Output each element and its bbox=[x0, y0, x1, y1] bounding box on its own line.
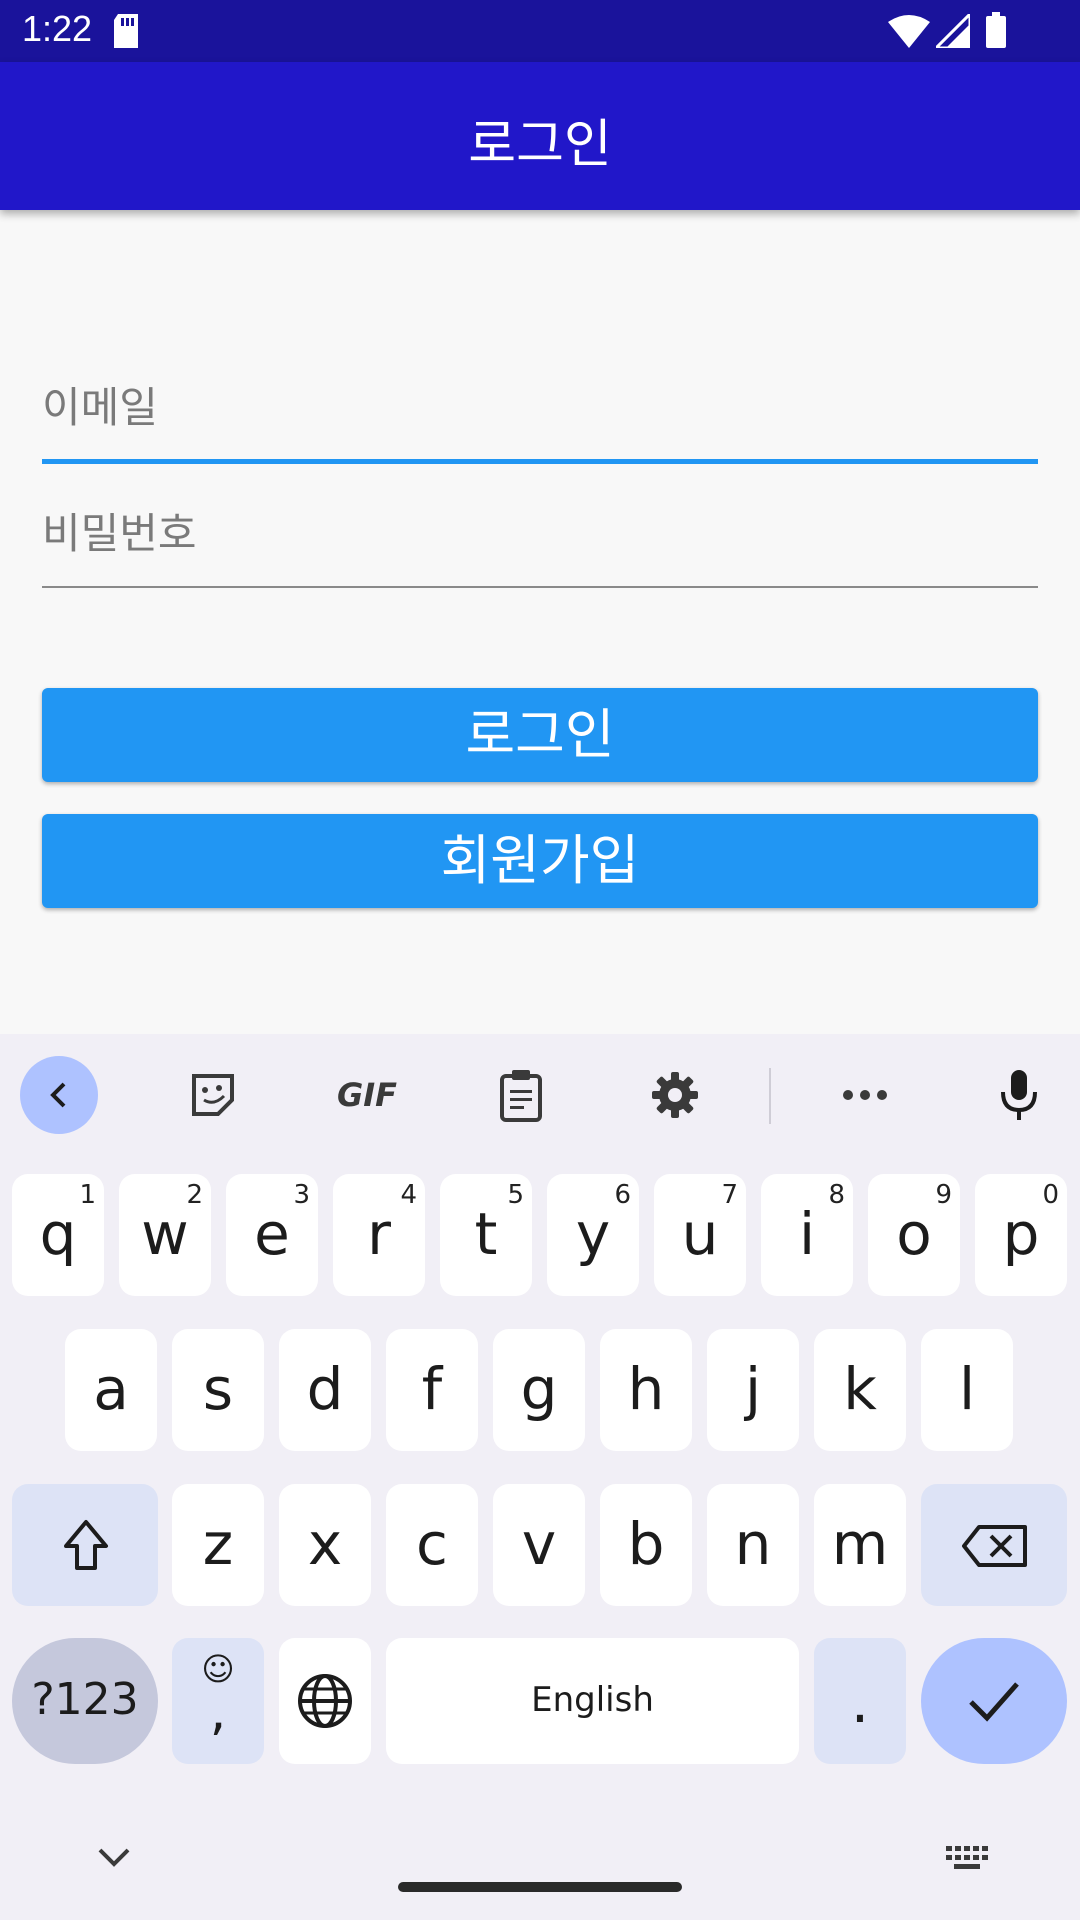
page-title: 로그인 bbox=[468, 115, 612, 175]
key-e[interactable]: e3 bbox=[226, 1174, 318, 1296]
keyboard-switcher-icon[interactable] bbox=[944, 1844, 992, 1874]
language-key[interactable] bbox=[279, 1638, 371, 1764]
key-d[interactable]: d bbox=[279, 1329, 371, 1451]
key-c[interactable]: c bbox=[386, 1484, 478, 1606]
key-k[interactable]: k bbox=[814, 1329, 906, 1451]
key-m[interactable]: m bbox=[814, 1484, 906, 1606]
key-n[interactable]: n bbox=[707, 1484, 799, 1606]
key-r[interactable]: r4 bbox=[333, 1174, 425, 1296]
key-o[interactable]: o9 bbox=[868, 1174, 960, 1296]
globe-icon bbox=[298, 1674, 352, 1728]
email-underline-focused bbox=[42, 459, 1038, 464]
key-h[interactable]: h bbox=[600, 1329, 692, 1451]
key-y[interactable]: y6 bbox=[547, 1174, 639, 1296]
enter-key[interactable] bbox=[921, 1638, 1067, 1764]
gesture-handle[interactable] bbox=[398, 1882, 682, 1892]
space-key[interactable]: English bbox=[386, 1638, 799, 1764]
signal-icon bbox=[936, 14, 970, 48]
backspace-key[interactable] bbox=[921, 1484, 1067, 1606]
soft-keyboard: GIF q 1 w 2 e 3 r 4 t 5 y 6 u 7 i 8 o 9 … bbox=[0, 1034, 1080, 1920]
password-field[interactable]: 비밀번호 bbox=[42, 496, 1038, 590]
status-bar: 1:22 bbox=[0, 0, 1080, 62]
login-button[interactable]: 로그인 bbox=[42, 688, 1038, 782]
clipboard-icon[interactable] bbox=[482, 1056, 560, 1134]
key-b[interactable]: b bbox=[600, 1484, 692, 1606]
mic-icon[interactable] bbox=[980, 1056, 1058, 1134]
key-j[interactable]: j bbox=[707, 1329, 799, 1451]
shift-icon bbox=[64, 1520, 108, 1570]
signup-button[interactable]: 회원가입 bbox=[42, 814, 1038, 908]
keyboard-toolbar: GIF bbox=[0, 1034, 1080, 1154]
key-w[interactable]: w2 bbox=[119, 1174, 211, 1296]
check-icon bbox=[969, 1682, 1019, 1722]
gear-icon[interactable] bbox=[636, 1056, 714, 1134]
password-underline bbox=[42, 586, 1038, 588]
sd-card-icon bbox=[114, 14, 138, 48]
battery-icon bbox=[986, 12, 1006, 48]
key-z[interactable]: z bbox=[172, 1484, 264, 1606]
key-i[interactable]: i8 bbox=[761, 1174, 853, 1296]
gif-icon[interactable]: GIF bbox=[328, 1056, 406, 1134]
toolbar-divider bbox=[769, 1068, 771, 1124]
email-field[interactable]: 이메일 bbox=[42, 370, 1038, 466]
key-v[interactable]: v bbox=[493, 1484, 585, 1606]
key-u[interactable]: u7 bbox=[654, 1174, 746, 1296]
shift-key[interactable] bbox=[12, 1484, 158, 1606]
key-a[interactable]: a bbox=[65, 1329, 157, 1451]
key-x[interactable]: x bbox=[279, 1484, 371, 1606]
key-s[interactable]: s bbox=[172, 1329, 264, 1451]
emoji-comma-key[interactable]: ☺ , bbox=[172, 1638, 264, 1764]
status-time: 1:22 bbox=[22, 8, 93, 49]
collapse-keyboard-icon[interactable] bbox=[94, 1842, 134, 1872]
key-t[interactable]: t5 bbox=[440, 1174, 532, 1296]
symbols-key[interactable]: ?123 bbox=[12, 1638, 158, 1764]
key-f[interactable]: f bbox=[386, 1329, 478, 1451]
key-l[interactable]: l bbox=[921, 1329, 1013, 1451]
wifi-icon bbox=[888, 15, 930, 48]
key-q[interactable]: q1 bbox=[12, 1174, 104, 1296]
backspace-icon bbox=[962, 1525, 1027, 1567]
more-icon[interactable] bbox=[826, 1056, 904, 1134]
email-placeholder: 이메일 bbox=[42, 383, 158, 432]
key-g[interactable]: g bbox=[493, 1329, 585, 1451]
password-placeholder: 비밀번호 bbox=[42, 509, 197, 558]
period-key[interactable]: . bbox=[814, 1638, 906, 1764]
app-bar: 로그인 bbox=[0, 62, 1080, 210]
sticker-icon[interactable] bbox=[174, 1056, 252, 1134]
key-p[interactable]: p0 bbox=[975, 1174, 1067, 1296]
back-icon[interactable] bbox=[20, 1056, 98, 1134]
